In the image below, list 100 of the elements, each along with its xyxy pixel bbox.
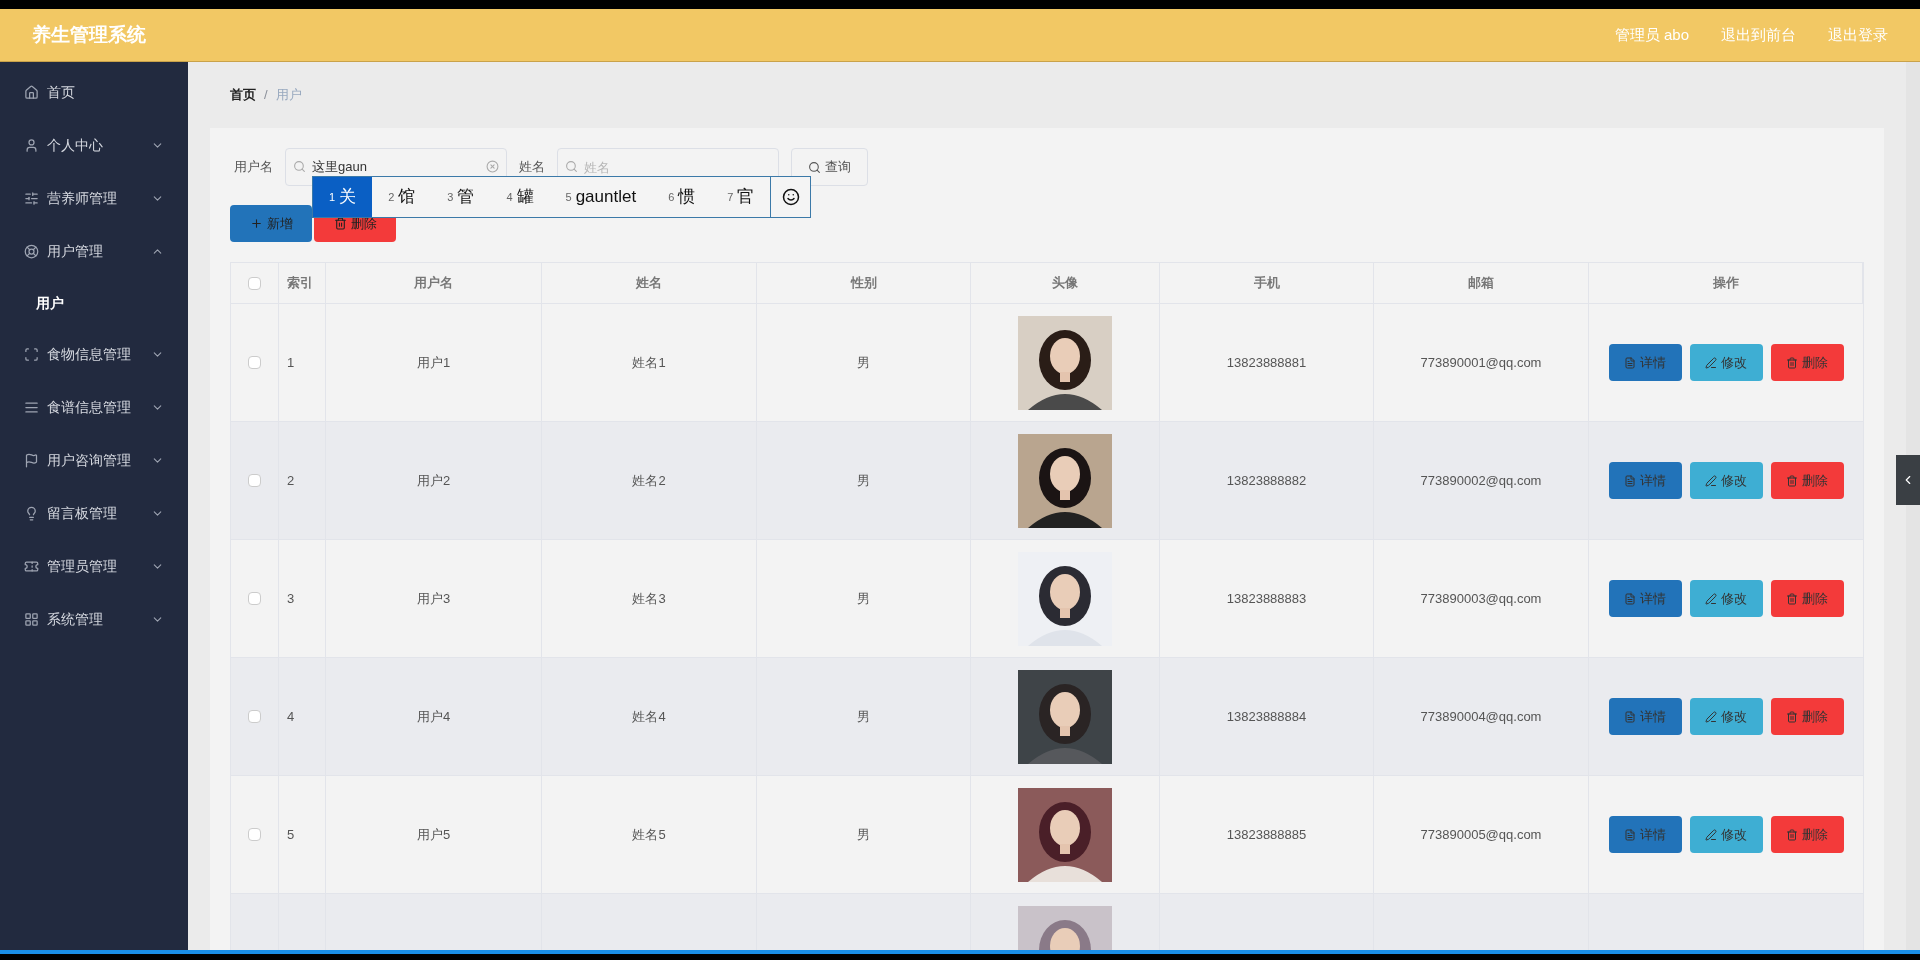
table-cell-text: 用户1 (416, 353, 451, 372)
grid-icon (24, 612, 39, 627)
edit-button[interactable]: 修改 (1689, 580, 1763, 617)
edit-button[interactable]: 修改 (1689, 462, 1763, 499)
table-cell-text: 1 (287, 353, 295, 372)
column-header: 姓名 (636, 274, 662, 293)
breadcrumb-link[interactable]: 首页 (230, 85, 256, 105)
table-cell-text: 773890003@qq.com (1420, 589, 1542, 608)
table-cell-text: 男 (857, 589, 870, 608)
delete-button[interactable]: 删除 (1770, 698, 1844, 735)
sidebar-subitem[interactable]: 用户 (0, 278, 188, 328)
pen-icon (1705, 592, 1717, 605)
lifebuoy-icon (24, 244, 39, 259)
ime-candidate[interactable]: 1 关 (313, 177, 373, 217)
table-cell-text: 773890002@qq.com (1420, 471, 1542, 490)
clear-icon[interactable] (486, 160, 499, 173)
frame-icon (24, 347, 39, 362)
table-cell-text: 13823888884 (1226, 707, 1307, 726)
document-icon (1624, 356, 1636, 369)
table-cell-text: 5 (287, 825, 295, 844)
pen-icon (1705, 828, 1717, 841)
pen-icon (1705, 356, 1717, 369)
table-cell-text: 姓名2 (632, 471, 666, 490)
table-cell-text: 姓名1 (632, 353, 666, 372)
table-cell-text: 用户4 (416, 707, 451, 726)
sidebar-item[interactable]: 用户咨询管理 (0, 434, 188, 487)
sidebar-item[interactable]: 用户管理 (0, 225, 188, 278)
home-icon (24, 85, 39, 100)
search-icon (808, 160, 821, 174)
table-cell-text: 4 (287, 707, 295, 726)
flag-icon (24, 453, 39, 468)
search-icon (565, 160, 578, 173)
table-cell-text: 姓名3 (632, 589, 666, 608)
checkbox[interactable] (248, 828, 261, 841)
table-cell-text: 男 (857, 825, 870, 844)
trash-icon (1786, 356, 1798, 369)
edit-button[interactable]: 修改 (1689, 698, 1763, 735)
table-cell-text: 男 (857, 707, 870, 726)
list-icon (24, 400, 39, 415)
trash-icon (1786, 592, 1798, 605)
sidebar-item[interactable]: 管理员管理 (0, 540, 188, 593)
document-icon (1624, 592, 1636, 605)
delete-button[interactable]: 删除 (1770, 462, 1844, 499)
table-cell-text: 姓名5 (632, 825, 666, 844)
table-cell-text: 用户3 (416, 589, 451, 608)
search-icon (293, 160, 306, 173)
user-icon (24, 138, 39, 153)
document-icon (1624, 474, 1636, 487)
table-cell-text: 13823888883 (1226, 589, 1307, 608)
table-cell-text: 用户2 (416, 471, 451, 490)
delete-button[interactable]: 删除 (1770, 816, 1844, 853)
sidebar-item[interactable]: 系统管理 (0, 593, 188, 646)
lightbulb-icon (24, 506, 39, 521)
column-header: 邮箱 (1468, 274, 1494, 293)
table-cell-text: 13823888882 (1226, 471, 1307, 490)
table-cell-text: 姓名4 (632, 707, 666, 726)
table-cell-text: 13823888881 (1226, 353, 1307, 372)
table-cell-text: 773890004@qq.com (1420, 707, 1542, 726)
table-cell-text: 男 (857, 353, 870, 372)
column-header: 手机 (1253, 274, 1280, 293)
pen-icon (1705, 710, 1717, 723)
sidebar-item[interactable]: 个人中心 (0, 119, 188, 172)
field-label: 姓名 (519, 158, 545, 177)
trash-icon (1786, 474, 1798, 487)
table-cell-text: 773890001@qq.com (1420, 353, 1542, 372)
sidebar-item[interactable]: 食谱信息管理 (0, 381, 188, 434)
sidebar-item[interactable]: 留言板管理 (0, 487, 188, 540)
checkbox[interactable] (248, 356, 261, 369)
sidebar-item[interactable]: 营养师管理 (0, 172, 188, 225)
sidebar-item[interactable]: 首页 (0, 66, 188, 119)
field-label: 用户名 (234, 158, 273, 177)
checkbox[interactable] (248, 592, 261, 605)
ticket-icon (24, 559, 39, 574)
table-cell-text: 13823888885 (1226, 825, 1307, 844)
side-toggle-button[interactable] (1896, 455, 1920, 505)
add-button[interactable]: 新增 (230, 205, 312, 242)
pen-icon (1705, 474, 1717, 487)
emoji-icon[interactable] (781, 188, 800, 206)
table-cell-text: 用户5 (416, 825, 451, 844)
column-header: 操作 (1712, 274, 1739, 293)
edit-button[interactable]: 修改 (1689, 816, 1763, 853)
app-title: 养生管理系统 (32, 22, 146, 47)
checkbox[interactable] (248, 276, 261, 290)
table-cell-text: 773890005@qq.com (1420, 825, 1542, 844)
delete-button[interactable]: 删除 (1770, 344, 1844, 381)
sidebar-item[interactable]: 食物信息管理 (0, 328, 188, 381)
column-header: 性别 (850, 274, 877, 293)
table-cell-text: 男 (857, 471, 870, 490)
column-header: 头像 (1052, 274, 1078, 293)
sliders-icon (24, 191, 39, 206)
trash-icon (1786, 828, 1798, 841)
trash-icon (1786, 710, 1798, 723)
checkbox[interactable] (248, 710, 261, 723)
table-cell-text: 3 (287, 589, 295, 608)
column-header: 用户名 (414, 274, 453, 293)
column-header: 索引 (287, 274, 313, 293)
edit-button[interactable]: 修改 (1689, 344, 1763, 381)
delete-button[interactable]: 删除 (1770, 580, 1844, 617)
checkbox[interactable] (248, 474, 261, 487)
table-cell-text: 2 (287, 471, 295, 490)
